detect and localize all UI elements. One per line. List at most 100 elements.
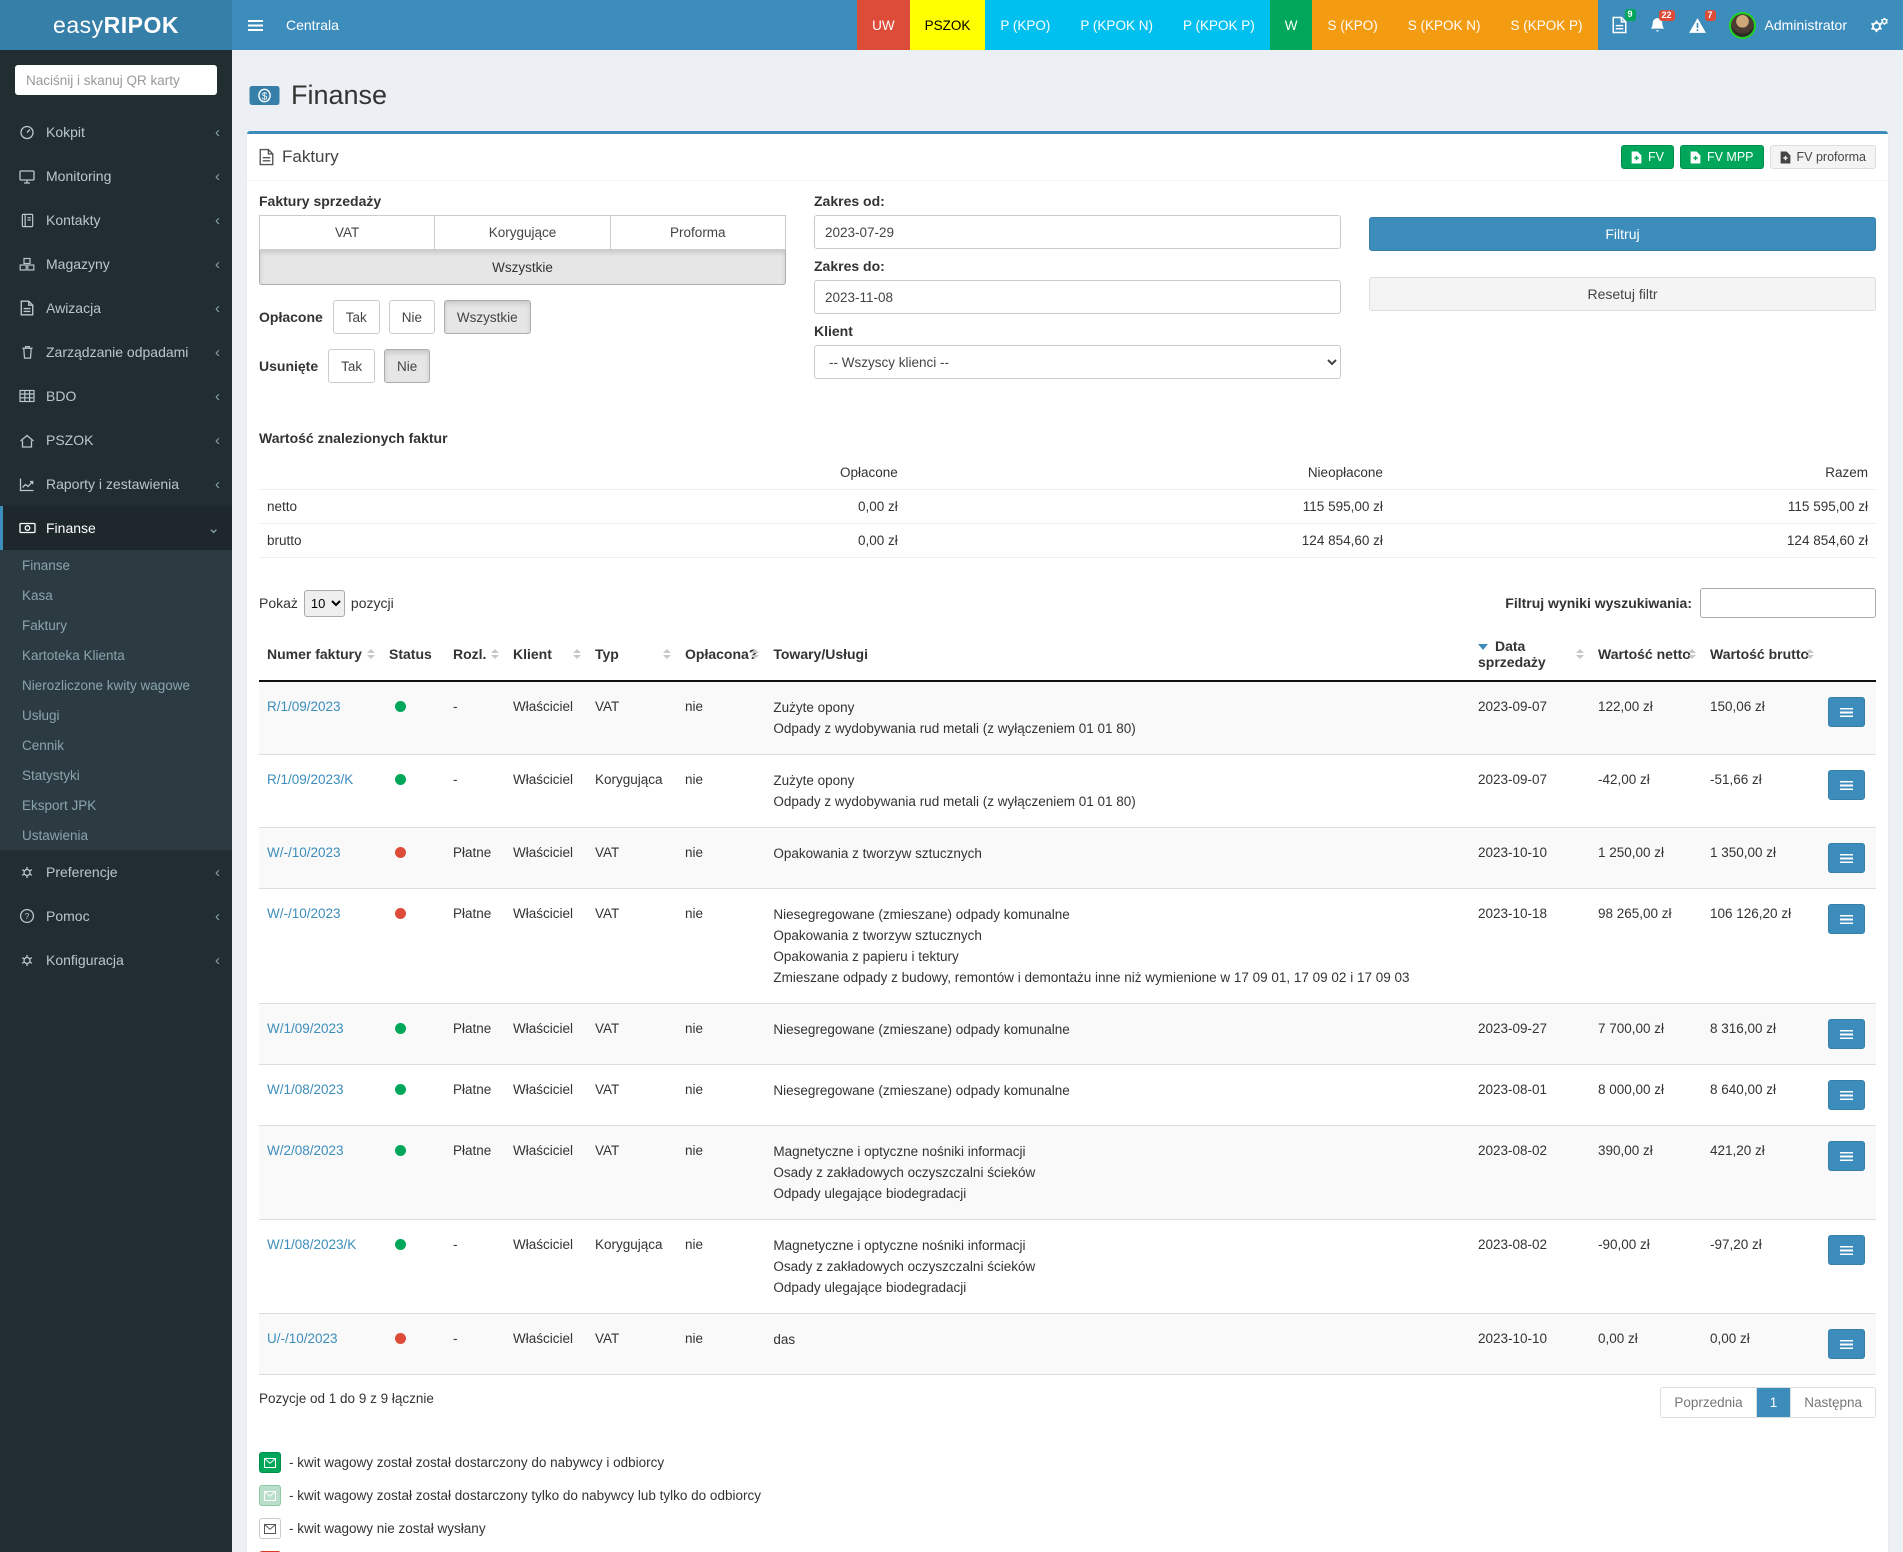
deleted-nie-button[interactable]: Nie	[384, 349, 430, 383]
sidebar-subitem-uslugi[interactable]: Usługi	[0, 700, 232, 730]
filter-reset-button[interactable]: Resetuj filtr	[1369, 277, 1876, 311]
header-rozl[interactable]: Rozl.	[445, 628, 505, 681]
alerts-menu-button[interactable]: 7	[1688, 17, 1707, 34]
invoice-number-link[interactable]: U/-/10/2023	[267, 1331, 338, 1346]
invoice-number-link[interactable]: W/2/08/2023	[267, 1143, 344, 1158]
sidebar-subitem-nierozliczone-kwity[interactable]: Nierozliczone kwity wagowe	[0, 670, 232, 700]
sidebar-subitem-cennik[interactable]: Cennik	[0, 730, 232, 760]
pagination-prev-button[interactable]: Poprzednia	[1661, 1388, 1756, 1417]
invoice-number-link[interactable]: W/1/08/2023/K	[267, 1237, 356, 1252]
invoice-number-link[interactable]: R/1/09/2023	[267, 699, 341, 714]
sidebar-toggle-button[interactable]	[232, 0, 278, 50]
tab-pszok[interactable]: PSZOK	[910, 0, 986, 50]
show-suffix: pozycji	[351, 595, 394, 611]
invoice-number-link[interactable]: W/1/09/2023	[267, 1021, 344, 1036]
filter-submit-button[interactable]: Filtruj	[1369, 217, 1876, 251]
summary-unpaid: 124 854,60 zł	[906, 524, 1391, 558]
qr-card-search-input[interactable]	[15, 65, 217, 95]
sidebar-item-awizacja[interactable]: Awizacja‹	[0, 286, 232, 330]
row-menu-button[interactable]	[1828, 1141, 1865, 1171]
filter-wszystkie-button[interactable]: Wszystkie	[259, 250, 786, 285]
header-typ[interactable]: Typ	[587, 628, 677, 681]
invoice-type-group: VAT Korygujące Proforma	[259, 215, 786, 250]
row-menu-button[interactable]	[1828, 843, 1865, 873]
sidebar-subitem-kasa[interactable]: Kasa	[0, 580, 232, 610]
add-fv-mpp-button[interactable]: FV MPP	[1680, 145, 1764, 169]
chevron-left-icon: ‹	[215, 433, 220, 448]
range-to-input[interactable]	[814, 280, 1341, 314]
cell-goods: Niesegregowane (zmieszane) odpady komuna…	[765, 1065, 1470, 1126]
notifications-menu-button[interactable]: 22	[1649, 17, 1666, 34]
row-menu-button[interactable]	[1828, 697, 1865, 727]
pagination-next-button[interactable]: Następna	[1791, 1388, 1875, 1417]
row-menu-button[interactable]	[1828, 1329, 1865, 1359]
table-row: W/1/08/2023 Płatne Właściciel VAT nie Ni…	[259, 1065, 1876, 1126]
app-logo[interactable]: easyRIPOK	[0, 0, 232, 50]
sidebar-subitem-ustawienia[interactable]: Ustawienia	[0, 820, 232, 850]
documents-menu-button[interactable]: 9	[1612, 16, 1627, 34]
invoice-number-link[interactable]: W/-/10/2023	[267, 845, 341, 860]
sidebar-subitem-statystyki[interactable]: Statystyki	[0, 760, 232, 790]
sidebar-item-pomoc[interactable]: ? Pomoc‹	[0, 894, 232, 938]
tab-s-kpok-p[interactable]: S (KPOK P)	[1496, 0, 1598, 50]
sidebar-item-magazyny[interactable]: Magazyny‹	[0, 242, 232, 286]
deleted-tak-button[interactable]: Tak	[328, 349, 375, 383]
tab-p-kpo[interactable]: P (KPO)	[985, 0, 1065, 50]
tab-p-kpok-p[interactable]: P (KPOK P)	[1168, 0, 1270, 50]
client-select[interactable]: -- Wszyscy klienci --	[814, 345, 1341, 379]
invoice-number-link[interactable]: R/1/09/2023/K	[267, 772, 353, 787]
header-wartosc-brutto[interactable]: Wartość brutto	[1702, 628, 1820, 681]
row-menu-button[interactable]	[1828, 1235, 1865, 1265]
invoice-number-link[interactable]: W/-/10/2023	[267, 906, 341, 921]
cell-oplacona: nie	[677, 828, 765, 889]
invoice-number-link[interactable]: W/1/08/2023	[267, 1082, 344, 1097]
header-wartosc-netto[interactable]: Wartość netto	[1590, 628, 1702, 681]
sidebar-subitem-faktury[interactable]: Faktury	[0, 610, 232, 640]
paid-wszystkie-button[interactable]: Wszystkie	[444, 300, 531, 334]
page-size-select[interactable]: 10	[304, 590, 345, 617]
row-menu-button[interactable]	[1828, 770, 1865, 800]
tab-w[interactable]: W	[1270, 0, 1313, 50]
sidebar-item-konfiguracja[interactable]: Konfiguracja‹	[0, 938, 232, 982]
sidebar-item-preferencje[interactable]: Preferencje‹	[0, 850, 232, 894]
user-menu[interactable]: Administrator	[1729, 12, 1847, 39]
filter-vat-button[interactable]: VAT	[259, 215, 435, 250]
add-fv-button[interactable]: FV	[1621, 145, 1674, 169]
header-data-sprzedazy[interactable]: Data sprzedaży	[1470, 628, 1590, 681]
sidebar-item-raporty[interactable]: Raporty i zestawienia‹	[0, 462, 232, 506]
sidebar-item-kokpit[interactable]: Kokpit‹	[0, 110, 232, 154]
tab-s-kpok-n[interactable]: S (KPOK N)	[1393, 0, 1496, 50]
header-status[interactable]: Status	[381, 628, 445, 681]
sidebar-item-pszok[interactable]: PSZOK‹	[0, 418, 232, 462]
sort-icons	[1806, 649, 1814, 659]
goods-line: Niesegregowane (zmieszane) odpady komuna…	[773, 1080, 1462, 1101]
tab-uw[interactable]: UW	[857, 0, 910, 50]
filter-proforma-button[interactable]: Proforma	[611, 215, 786, 250]
row-menu-button[interactable]	[1828, 1019, 1865, 1049]
paid-nie-button[interactable]: Nie	[389, 300, 435, 334]
cell-oplacona: nie	[677, 1065, 765, 1126]
header-numer-faktury[interactable]: Numer faktury	[259, 628, 381, 681]
filter-korygujace-button[interactable]: Korygujące	[435, 215, 610, 250]
row-menu-button[interactable]	[1828, 904, 1865, 934]
sidebar-item-finanse[interactable]: Finanse⌄	[0, 506, 232, 550]
paid-tak-button[interactable]: Tak	[333, 300, 380, 334]
sidebar-subitem-finanse[interactable]: Finanse	[0, 550, 232, 580]
tab-s-kpo[interactable]: S (KPO)	[1312, 0, 1392, 50]
header-klient[interactable]: Klient	[505, 628, 587, 681]
sidebar-item-bdo[interactable]: BDO‹	[0, 374, 232, 418]
sidebar-subitem-kartoteka-klienta[interactable]: Kartoteka Klienta	[0, 640, 232, 670]
sidebar-item-zarzadzanie-odpadami[interactable]: Zarządzanie odpadami‹	[0, 330, 232, 374]
row-menu-button[interactable]	[1828, 1080, 1865, 1110]
range-from-input[interactable]	[814, 215, 1341, 249]
header-oplacona[interactable]: Opłacona?	[677, 628, 765, 681]
tab-p-kpok-n[interactable]: P (KPOK N)	[1065, 0, 1168, 50]
pagination-page-1[interactable]: 1	[1757, 1388, 1792, 1417]
sidebar-item-monitoring[interactable]: Monitoring‹	[0, 154, 232, 198]
sidebar-subitem-eksport-jpk[interactable]: Eksport JPK	[0, 790, 232, 820]
table-search-input[interactable]	[1700, 588, 1876, 618]
sidebar-item-kontakty[interactable]: Kontakty‹	[0, 198, 232, 242]
add-fv-proforma-button[interactable]: FV proforma	[1770, 145, 1876, 169]
header-towary-uslugi[interactable]: Towary/Usługi	[765, 628, 1470, 681]
settings-menu-button[interactable]	[1869, 17, 1889, 34]
